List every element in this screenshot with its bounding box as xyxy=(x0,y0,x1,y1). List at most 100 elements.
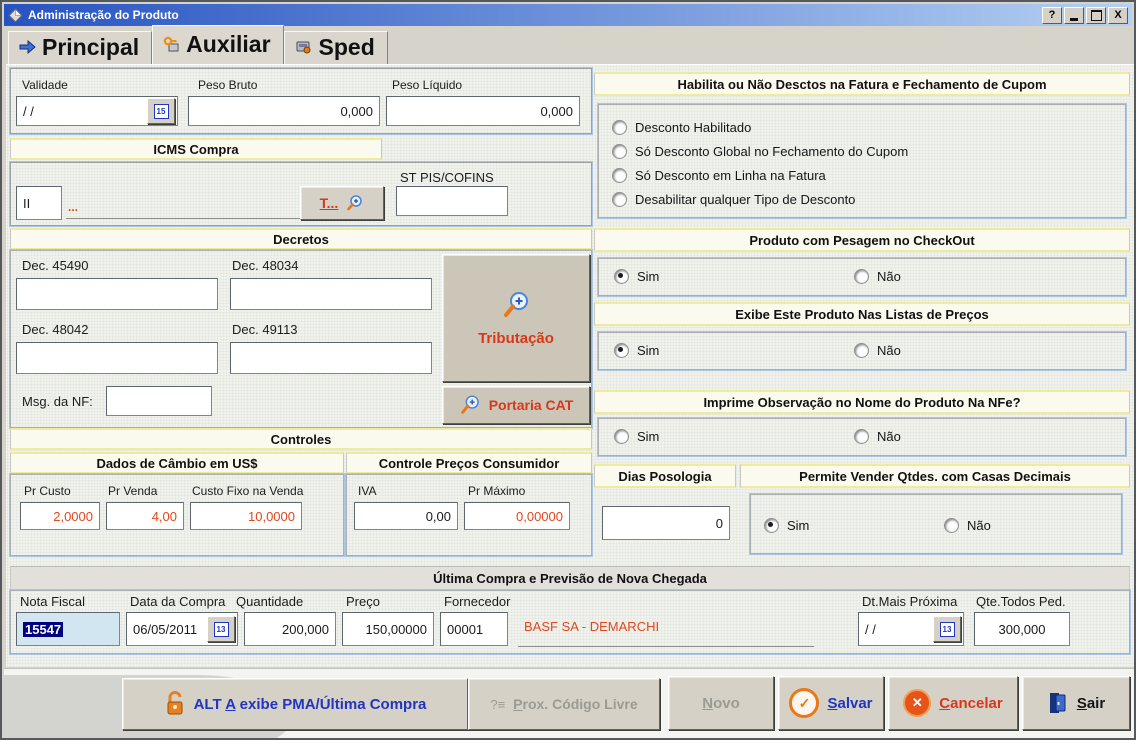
radio-label: Só Desconto em Linha na Fatura xyxy=(635,168,826,183)
controles-header: Controles xyxy=(10,428,592,450)
nota-fiscal-value: 15547 xyxy=(23,622,63,637)
icms-code-input[interactable]: II xyxy=(16,186,62,220)
radio-icon[interactable] xyxy=(614,343,629,358)
sair-button[interactable]: Sair xyxy=(1022,676,1130,730)
msg-nf-label: Msg. da NF: xyxy=(22,394,93,409)
radio-icon[interactable] xyxy=(944,518,959,533)
cancelar-button[interactable]: ✕ Cancelar xyxy=(888,676,1018,730)
radio-so-desconto-global[interactable]: Só Desconto Global no Fechamento do Cupo… xyxy=(612,144,908,159)
custo-fixo-label: Custo Fixo na Venda xyxy=(192,484,303,498)
principal-tab-icon xyxy=(19,40,36,54)
posologia-input[interactable]: 0 xyxy=(602,506,730,540)
icms-lookup-button[interactable]: T... xyxy=(300,186,384,220)
radio-icon[interactable] xyxy=(854,343,869,358)
radio-so-desconto-linha[interactable]: Só Desconto em Linha na Fatura xyxy=(612,168,826,183)
sped-tab-icon xyxy=(295,40,313,55)
decimais-nao-radio[interactable]: Não xyxy=(944,518,991,533)
imprime-header: Imprime Observação no Nome do Produto Na… xyxy=(594,390,1130,414)
data-compra-calendar-button[interactable]: 13 xyxy=(207,616,235,642)
radio-icon[interactable] xyxy=(612,120,627,135)
dec-49113-input[interactable] xyxy=(230,342,432,374)
icms-compra-header: ICMS Compra xyxy=(10,138,382,160)
pr-maximo-input[interactable]: 0,00000 xyxy=(464,502,570,530)
data-compra-input[interactable]: 06/05/2011 13 xyxy=(126,612,238,646)
imprime-sim-radio[interactable]: Sim xyxy=(614,429,659,444)
quantidade-value: 200,000 xyxy=(282,622,329,637)
novo-button[interactable]: Novo xyxy=(668,676,774,730)
tab-principal[interactable]: Principal xyxy=(8,31,152,64)
nota-fiscal-input[interactable]: 15547 xyxy=(16,612,120,646)
dec-48042-label: Dec. 48042 xyxy=(22,322,89,337)
radio-icon[interactable] xyxy=(612,168,627,183)
tab-label: Sped xyxy=(319,34,375,61)
radio-desabilitar-desconto[interactable]: Desabilitar qualquer Tipo de Desconto xyxy=(612,192,855,207)
pr-custo-input[interactable]: 2,0000 xyxy=(20,502,100,530)
radio-icon[interactable] xyxy=(854,429,869,444)
fornecedor-code-input[interactable]: 00001 xyxy=(440,612,508,646)
radio-label: Sim xyxy=(637,429,659,444)
x-circle-icon: ✕ xyxy=(903,689,931,717)
radio-icon[interactable] xyxy=(614,429,629,444)
preco-input[interactable]: 150,00000 xyxy=(342,612,434,646)
msg-nf-input[interactable] xyxy=(106,386,212,416)
prox-codigo-button[interactable]: ?≡ Prox. Código Livre xyxy=(468,678,660,730)
iva-input[interactable]: 0,00 xyxy=(354,502,458,530)
data-compra-value: 06/05/2011 xyxy=(133,622,197,637)
peso-bruto-label: Peso Bruto xyxy=(198,78,257,92)
maximize-icon xyxy=(1091,10,1102,21)
tab-auxiliar[interactable]: Auxiliar xyxy=(152,25,283,64)
validade-input[interactable]: / / 15 xyxy=(16,96,178,126)
radio-desconto-habilitado[interactable]: Desconto Habilitado xyxy=(612,120,751,135)
pr-venda-input[interactable]: 4,00 xyxy=(106,502,184,530)
pesagem-sim-radio[interactable]: Sim xyxy=(614,269,659,284)
pesagem-nao-radio[interactable]: Não xyxy=(854,269,901,284)
consumidor-header: Controle Preços Consumidor xyxy=(346,452,592,474)
cambio-header: Dados de Câmbio em US$ xyxy=(10,452,344,474)
dec-45490-input[interactable] xyxy=(16,278,218,310)
dec-45490-label: Dec. 45490 xyxy=(22,258,89,273)
qte-todos-input[interactable]: 300,000 xyxy=(974,612,1070,646)
dec-48042-input[interactable] xyxy=(16,342,218,374)
close-button[interactable]: X xyxy=(1108,7,1128,24)
peso-liquido-label: Peso Líquido xyxy=(392,78,462,92)
tributacao-button[interactable]: Tributação xyxy=(442,254,590,382)
decimais-sim-radio[interactable]: Sim xyxy=(764,518,809,533)
alt-pma-button[interactable]: ALT A exibe PMA/Última Compra xyxy=(122,678,468,730)
dt-proxima-input[interactable]: / / 13 xyxy=(858,612,964,646)
portaria-cat-button[interactable]: Portaria CAT xyxy=(442,386,590,424)
window-title: Administração do Produto xyxy=(28,8,1040,22)
custo-fixo-input[interactable]: 10,0000 xyxy=(190,502,302,530)
radio-label: Não xyxy=(967,518,991,533)
minimize-button[interactable] xyxy=(1064,7,1084,24)
validade-calendar-button[interactable]: 15 xyxy=(147,98,175,124)
radio-icon[interactable] xyxy=(764,518,779,533)
radio-icon[interactable] xyxy=(614,269,629,284)
data-compra-label: Data da Compra xyxy=(130,594,225,609)
salvar-button[interactable]: ✓ Salvar xyxy=(778,676,884,730)
st-pis-cofins-input[interactable] xyxy=(396,186,508,216)
peso-liquido-input[interactable]: 0,000 xyxy=(386,96,580,126)
radio-icon[interactable] xyxy=(612,192,627,207)
tab-sped[interactable]: Sped xyxy=(284,31,388,64)
exibe-nao-radio[interactable]: Não xyxy=(854,343,901,358)
maximize-button[interactable] xyxy=(1086,7,1106,24)
validade-label: Validade xyxy=(22,78,68,92)
radio-icon[interactable] xyxy=(854,269,869,284)
radio-icon[interactable] xyxy=(612,144,627,159)
pr-venda-label: Pr Venda xyxy=(108,484,157,498)
fornecedor-line xyxy=(518,622,814,647)
radio-label: Não xyxy=(877,429,901,444)
icms-code-value: II xyxy=(23,196,30,211)
exibe-sim-radio[interactable]: Sim xyxy=(614,343,659,358)
dt-proxima-calendar-button[interactable]: 13 xyxy=(933,616,961,642)
peso-bruto-input[interactable]: 0,000 xyxy=(188,96,380,126)
help-button[interactable]: ? xyxy=(1042,7,1062,24)
exibe-header: Exibe Este Produto Nas Listas de Preços xyxy=(594,302,1130,326)
dec-48034-input[interactable] xyxy=(230,278,432,310)
decretos-header: Decretos xyxy=(10,228,592,250)
magnifier-plus-icon xyxy=(459,394,481,416)
quantidade-input[interactable]: 200,000 xyxy=(244,612,336,646)
minimize-icon xyxy=(1070,18,1078,21)
imprime-nao-radio[interactable]: Não xyxy=(854,429,901,444)
descontos-header: Habilita ou Não Desctos na Fatura e Fech… xyxy=(594,72,1130,96)
